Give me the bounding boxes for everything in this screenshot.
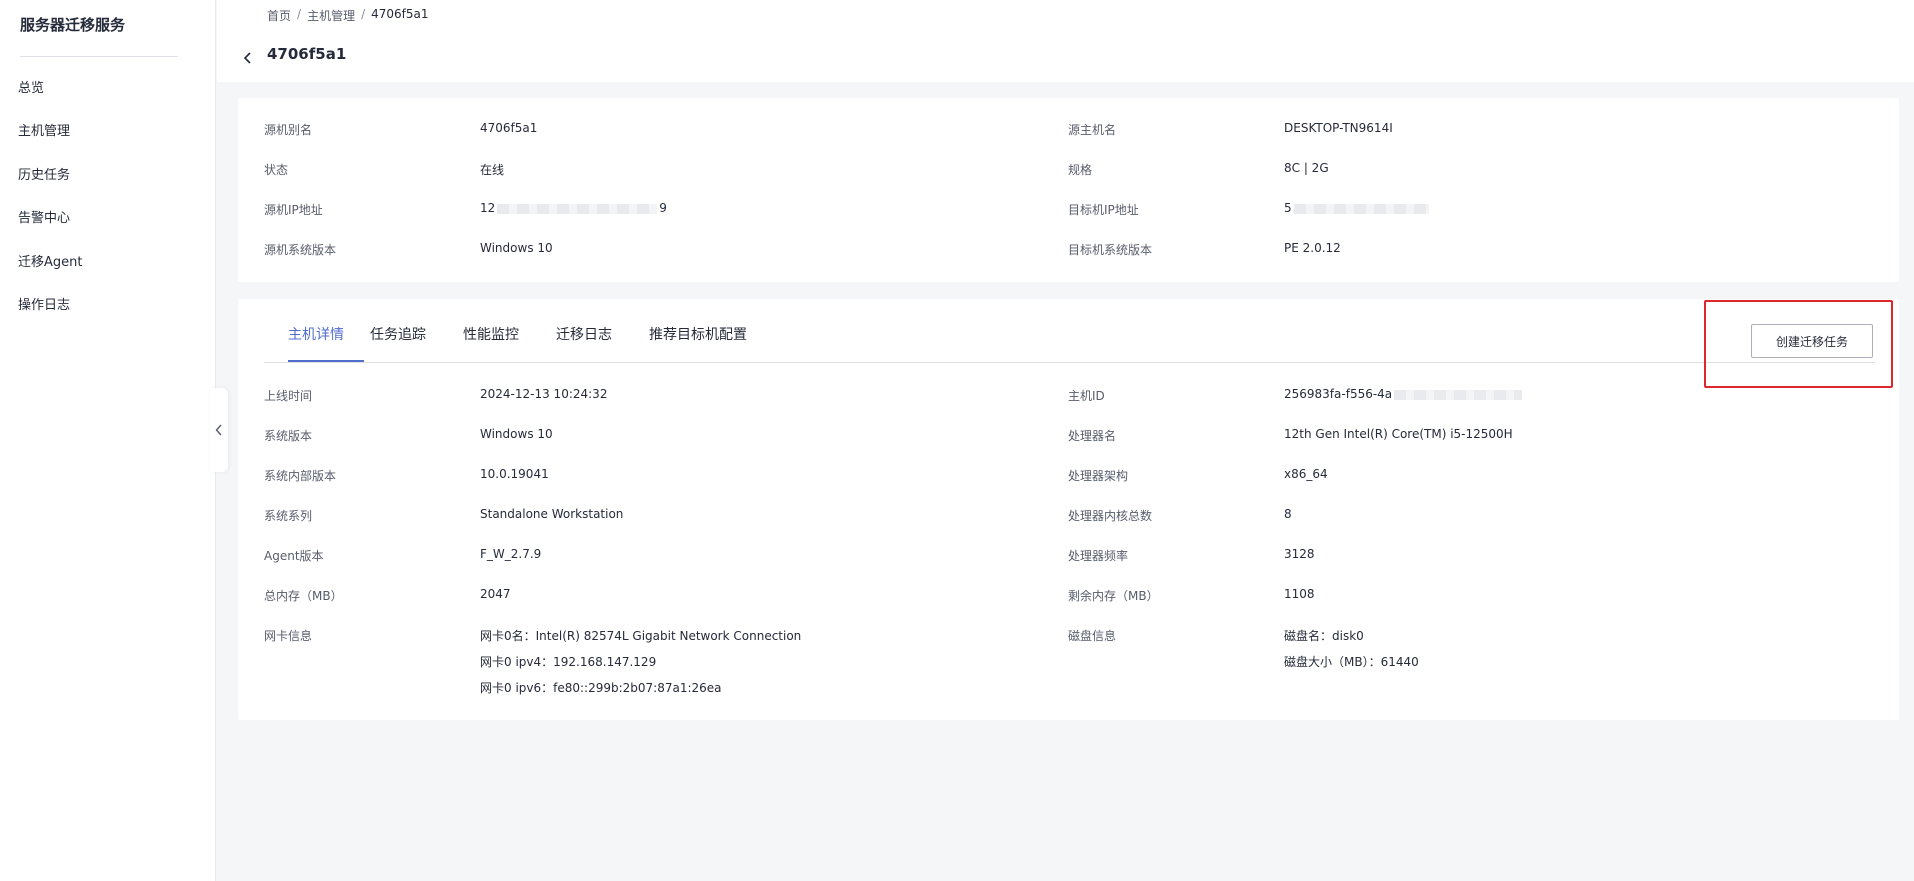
sidebar: 服务器迁移服务 总览 主机管理 历史任务 告警中心 迁移Agent 操作日志 [0,0,216,881]
redacted-mask [1394,389,1523,400]
sidebar-item-migration-agent[interactable]: 迁移Agent [18,251,82,270]
back-button[interactable] [241,50,255,64]
spec-label: 规格 [1068,163,1093,177]
os-version-label: 系统版本 [264,429,313,443]
spec-value: 8C | 2G [1284,161,1329,175]
host-detail-card: 主机详情 任务追踪 性能监控 迁移日志 推荐目标机配置 上线时间 2024-12… [238,299,1899,720]
breadcrumb-host-management[interactable]: 主机管理 [307,7,355,24]
source-alias-value: 4706f5a1 [480,121,538,135]
tab-migration-log[interactable]: 迁移日志 [556,324,612,344]
sidebar-collapse-handle[interactable] [210,388,228,472]
online-time-value: 2024-12-13 10:24:32 [480,387,608,401]
target-ip-prefix: 5 [1284,201,1292,215]
online-time-label: 上线时间 [264,389,313,403]
os-version-value: Windows 10 [480,427,553,441]
breadcrumb: 首页 / 主机管理 / 4706f5a1 [267,7,429,24]
page-header: 首页 / 主机管理 / 4706f5a1 4706f5a1 [217,0,1914,82]
total-memory-label: 总内存（MB） [264,589,343,603]
tab-host-details[interactable]: 主机详情 [288,324,344,344]
os-build-label: 系统内部版本 [264,469,337,483]
target-os-value: PE 2.0.12 [1284,241,1341,255]
target-os-label: 目标机系统版本 [1068,243,1153,257]
nic-ipv4-value: 网卡0 ipv4：192.168.147.129 [480,655,657,669]
os-family-label: 系统系列 [264,509,313,523]
disk-info-label: 磁盘信息 [1068,629,1117,643]
breadcrumb-home[interactable]: 首页 [267,7,291,24]
breadcrumb-separator: / [361,7,366,21]
sidebar-item-operation-log[interactable]: 操作日志 [18,294,70,313]
nic-info-label: 网卡信息 [264,629,313,643]
tab-task-tracking[interactable]: 任务追踪 [370,324,426,344]
chevron-left-icon [215,424,222,436]
target-ip-label: 目标机IP地址 [1068,203,1139,217]
sidebar-item-overview[interactable]: 总览 [18,77,44,96]
source-os-label: 源机系统版本 [264,243,337,257]
status-value: 在线 [480,163,505,177]
cpu-name-value: 12th Gen Intel(R) Core(TM) i5-12500H [1284,427,1513,441]
agent-version-label: Agent版本 [264,549,324,563]
disk-size-value: 磁盘大小（MB）：61440 [1284,655,1419,669]
host-id-value: 256983fa-f556-4a [1284,387,1524,401]
free-memory-value: 1108 [1284,587,1315,601]
source-hostname-label: 源主机名 [1068,123,1117,137]
os-family-value: Standalone Workstation [480,507,624,521]
cpu-name-label: 处理器名 [1068,429,1117,443]
host-summary-card: 源机别名 4706f5a1 源主机名 DESKTOP-TN9614I 状态 在线… [238,98,1899,282]
os-build-value: 10.0.19041 [480,467,549,481]
total-memory-value: 2047 [480,587,511,601]
source-alias-label: 源机别名 [264,123,313,137]
detail-tabs: 主机详情 任务追踪 性能监控 迁移日志 推荐目标机配置 [264,299,1875,363]
source-os-value: Windows 10 [480,241,553,255]
chevron-left-icon [243,52,251,64]
cpu-arch-label: 处理器架构 [1068,469,1129,483]
breadcrumb-separator: / [297,7,302,21]
cpu-cores-value: 8 [1284,507,1292,521]
tab-recommended-target-config[interactable]: 推荐目标机配置 [649,324,747,344]
sidebar-divider [20,56,178,57]
source-ip-suffix: 9 [659,201,667,215]
sidebar-item-history-tasks[interactable]: 历史任务 [18,164,70,183]
create-migration-task-button[interactable]: 创建迁移任务 [1751,324,1873,358]
source-ip-label: 源机IP地址 [264,203,323,217]
sidebar-item-alert-center[interactable]: 告警中心 [18,207,70,226]
host-id-prefix: 256983fa-f556-4a [1284,387,1393,401]
redacted-mask [497,203,658,214]
agent-version-value: F_W_2.7.9 [480,547,542,561]
sidebar-item-host-management[interactable]: 主机管理 [18,120,70,139]
breadcrumb-current: 4706f5a1 [371,7,429,21]
redacted-mask [1293,203,1429,214]
free-memory-label: 剩余内存（MB） [1068,589,1159,603]
nic-name-value: 网卡0名：Intel(R) 82574L Gigabit Network Con… [480,629,802,643]
source-ip-prefix: 12 [480,201,496,215]
app-title: 服务器迁移服务 [20,16,126,34]
disk-name-value: 磁盘名：disk0 [1284,629,1364,643]
cpu-arch-value: x86_64 [1284,467,1328,481]
active-tab-indicator [288,360,364,362]
target-ip-value: 5 [1284,201,1431,215]
tab-performance-monitoring[interactable]: 性能监控 [463,324,519,344]
source-hostname-value: DESKTOP-TN9614I [1284,121,1393,135]
cpu-cores-label: 处理器内核总数 [1068,509,1153,523]
nic-ipv6-value: 网卡0 ipv6：fe80::299b:2b07:87a1:26ea [480,681,722,695]
status-label: 状态 [264,163,289,177]
page-title: 4706f5a1 [267,45,347,63]
cpu-frequency-value: 3128 [1284,547,1315,561]
host-id-label: 主机ID [1068,389,1105,403]
source-ip-value: 12 9 [480,201,667,215]
cpu-frequency-label: 处理器频率 [1068,549,1129,563]
